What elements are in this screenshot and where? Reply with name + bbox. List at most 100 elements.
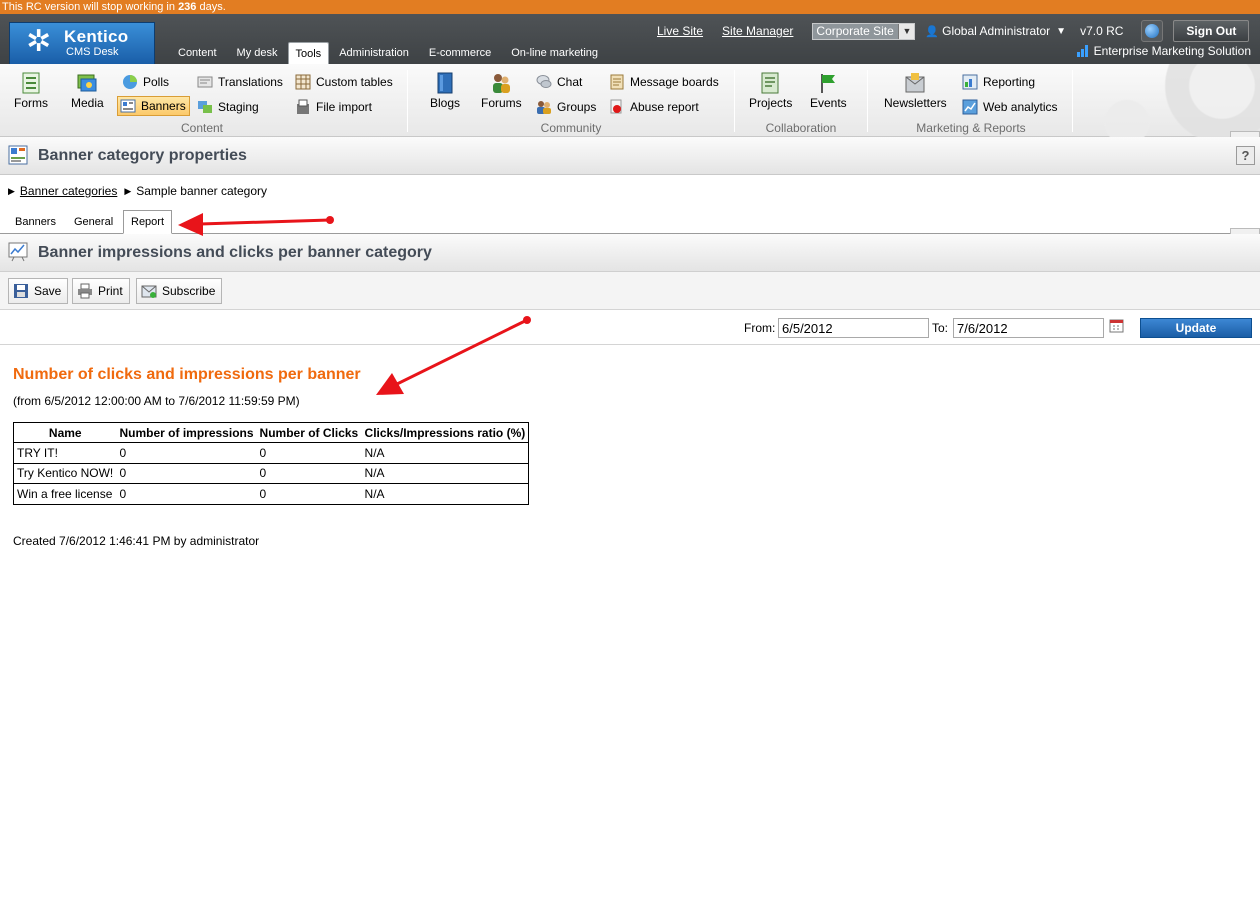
column-header-name: Name	[48, 425, 82, 440]
update-button[interactable]: Update	[1140, 318, 1252, 338]
version-label: v7.0 RC	[1080, 24, 1124, 38]
help-button[interactable]: ?	[1236, 146, 1255, 165]
ribbon-separator	[867, 70, 868, 132]
column-header-clicks: Number of Clicks	[259, 425, 359, 440]
projects-button[interactable]: Projects	[749, 72, 792, 110]
file-import-button[interactable]: File import	[295, 97, 372, 117]
banners-button[interactable]: Banners	[117, 96, 190, 116]
report-date-range: (from 6/5/2012 12:00:00 AM to 7/6/2012 1…	[13, 394, 300, 408]
site-select[interactable]: Corporate Site ▼	[812, 22, 916, 40]
forums-button[interactable]: Forums	[481, 72, 522, 110]
save-button[interactable]: Save	[8, 278, 69, 304]
abuse-report-icon	[610, 99, 622, 114]
ribbon-decoration	[1070, 64, 1260, 137]
language-globe-button[interactable]	[1141, 20, 1164, 42]
abuse-report-button[interactable]: Abuse report	[609, 97, 699, 117]
table-row: Win a free license 0 0 N/A	[13, 483, 529, 504]
rc-expiry-notice: This RC version will stop working in 236…	[0, 0, 1260, 14]
newsletters-icon	[905, 73, 925, 93]
ribbon-group-content: Content	[180, 121, 224, 135]
ribbon-separator	[1072, 70, 1073, 132]
subscribe-button[interactable]: Subscribe	[136, 278, 223, 304]
report-heading: Number of clicks and impressions per ban…	[13, 366, 361, 383]
message-boards-button[interactable]: Message boards	[609, 72, 719, 92]
edition-label: Enterprise Marketing Solution	[1076, 44, 1251, 58]
staging-button[interactable]: Staging	[197, 97, 259, 117]
events-button[interactable]: Events	[810, 72, 847, 110]
bar-chart-icon	[1076, 45, 1090, 57]
banner-report-table: Name Number of impressions Number of Cli…	[13, 422, 530, 505]
web-analytics-button[interactable]: Web analytics	[962, 97, 1057, 117]
breadcrumb: ▶ Banner categories ▶ Sample banner cate…	[8, 184, 267, 198]
tab-report[interactable]: Report	[123, 210, 173, 234]
cms-desk-window: This RC version will stop working in 236…	[0, 0, 1260, 906]
page-title-bar: Banner category properties ?	[0, 137, 1260, 175]
chat-icon	[536, 75, 552, 88]
message-board-icon	[610, 74, 624, 90]
translations-button[interactable]: Translations	[197, 72, 283, 92]
main-tab-my-desk[interactable]: My desk	[227, 42, 288, 64]
main-tab-ecommerce[interactable]: E-commerce	[419, 42, 501, 64]
events-icon	[821, 74, 836, 93]
groups-button[interactable]: Groups	[536, 97, 596, 117]
report-toolbar: Save Print Subscribe	[0, 272, 1260, 310]
breadcrumb-banner-categories[interactable]: Banner categories	[20, 184, 117, 198]
blogs-button[interactable]: Blogs	[430, 72, 460, 110]
cell-clicks: 0	[256, 462, 362, 484]
tab-general[interactable]: General	[74, 216, 113, 228]
web-analytics-icon	[962, 99, 978, 115]
forms-icon	[22, 72, 40, 94]
save-icon	[14, 284, 28, 298]
tools-ribbon: Forms Media Polls Banners Translations S…	[0, 64, 1260, 137]
live-site-link[interactable]: Live Site	[657, 24, 703, 38]
cell-name: TRY IT!	[13, 442, 117, 463]
custom-tables-button[interactable]: Custom tables	[295, 72, 393, 92]
cell-impressions: 0	[116, 442, 257, 463]
sign-out-button[interactable]: Sign Out	[1173, 20, 1250, 42]
main-tab-online-marketing[interactable]: On-line marketing	[501, 42, 608, 64]
breadcrumb-arrow-icon: ▶	[124, 185, 132, 196]
newsletters-button[interactable]: Newsletters	[884, 72, 947, 110]
projects-icon	[761, 72, 779, 94]
site-manager-link[interactable]: Site Manager	[722, 24, 793, 38]
chat-button[interactable]: Chat	[536, 72, 582, 92]
main-tab-content[interactable]: Content	[168, 42, 227, 64]
table-header-row: Name Number of impressions Number of Cli…	[14, 423, 529, 443]
report-created-note: Created 7/6/2012 1:46:41 PM by administr…	[13, 534, 260, 548]
cell-clicks: 0	[256, 442, 362, 463]
to-date-input[interactable]	[953, 318, 1104, 338]
globe-icon	[1145, 24, 1160, 38]
groups-icon	[537, 101, 551, 114]
polls-icon	[123, 75, 137, 89]
ribbon-separator	[734, 70, 735, 132]
report-title: Banner impressions and clicks per banner…	[38, 244, 432, 261]
user-name: Global Administrator	[942, 24, 1051, 38]
blogs-icon	[437, 72, 453, 94]
user-menu[interactable]: 👤 Global Administrator ▼	[925, 24, 1066, 38]
main-tab-tools[interactable]: Tools	[287, 42, 330, 64]
breadcrumb-arrow-icon: ▶	[8, 185, 15, 196]
forums-icon	[493, 74, 511, 93]
calendar-icon[interactable]	[1109, 318, 1125, 334]
chevron-down-icon: ▼	[1056, 25, 1067, 37]
ribbon-group-collaboration: Collaboration	[765, 121, 837, 135]
polls-button[interactable]: Polls	[122, 72, 169, 92]
tab-banners[interactable]: Banners	[15, 216, 56, 228]
media-button[interactable]: Media	[71, 72, 104, 110]
cell-ratio: N/A	[361, 483, 529, 504]
main-tab-administration[interactable]: Administration	[329, 42, 419, 64]
forms-button[interactable]: Forms	[14, 72, 48, 110]
site-select-value: Corporate Site	[816, 24, 894, 38]
from-date-input[interactable]	[778, 318, 929, 338]
banner-category-icon	[8, 145, 28, 165]
cell-ratio: N/A	[361, 462, 529, 484]
reporting-button[interactable]: Reporting	[962, 72, 1035, 92]
column-header-impressions: Number of impressions	[119, 425, 254, 440]
print-button[interactable]: Print	[72, 278, 130, 304]
file-import-icon	[297, 99, 309, 114]
cell-clicks: 0	[256, 483, 362, 504]
main-tabs: Content My desk Tools Administration E-c…	[168, 42, 608, 64]
kentico-logo[interactable]: ✲ Kentico CMS Desk	[9, 22, 155, 64]
user-icon: 👤	[925, 25, 940, 38]
ribbon-separator	[407, 70, 408, 132]
